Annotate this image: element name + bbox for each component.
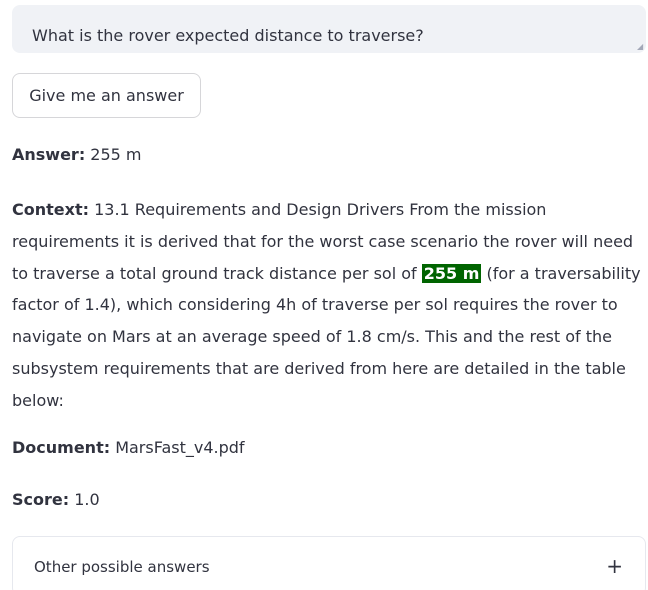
- answer-label: Answer:: [12, 145, 86, 164]
- question-text: What is the rover expected distance to t…: [32, 26, 424, 45]
- context-highlight: 255 m: [421, 263, 482, 283]
- context-paragraph: Context: 13.1 Requirements and Design Dr…: [12, 194, 646, 417]
- plus-icon[interactable]: +: [606, 554, 623, 578]
- context-text-after: (for a traversability factor of 1.4), wh…: [12, 263, 641, 410]
- page: What is the rover expected distance to t…: [0, 0, 648, 590]
- score-label: Score:: [12, 490, 70, 509]
- answer-value: 255 m: [85, 145, 142, 164]
- give-answer-button[interactable]: Give me an answer: [12, 73, 201, 118]
- document-value: MarsFast_v4.pdf: [110, 438, 245, 457]
- document-line: Document: MarsFast_v4.pdf: [12, 438, 245, 458]
- score-line: Score: 1.0: [12, 490, 100, 510]
- document-label: Document:: [12, 438, 111, 457]
- context-label: Context:: [12, 200, 89, 219]
- answer-line: Answer: 255 m: [12, 145, 142, 165]
- other-answers-expander: Other possible answers +: [12, 536, 646, 590]
- expander-header[interactable]: Other possible answers +: [13, 537, 645, 590]
- expander-label: Other possible answers: [34, 558, 210, 576]
- question-input[interactable]: What is the rover expected distance to t…: [12, 5, 646, 53]
- score-value: 1.0: [69, 490, 100, 509]
- resize-grip-icon[interactable]: ◢: [637, 43, 643, 51]
